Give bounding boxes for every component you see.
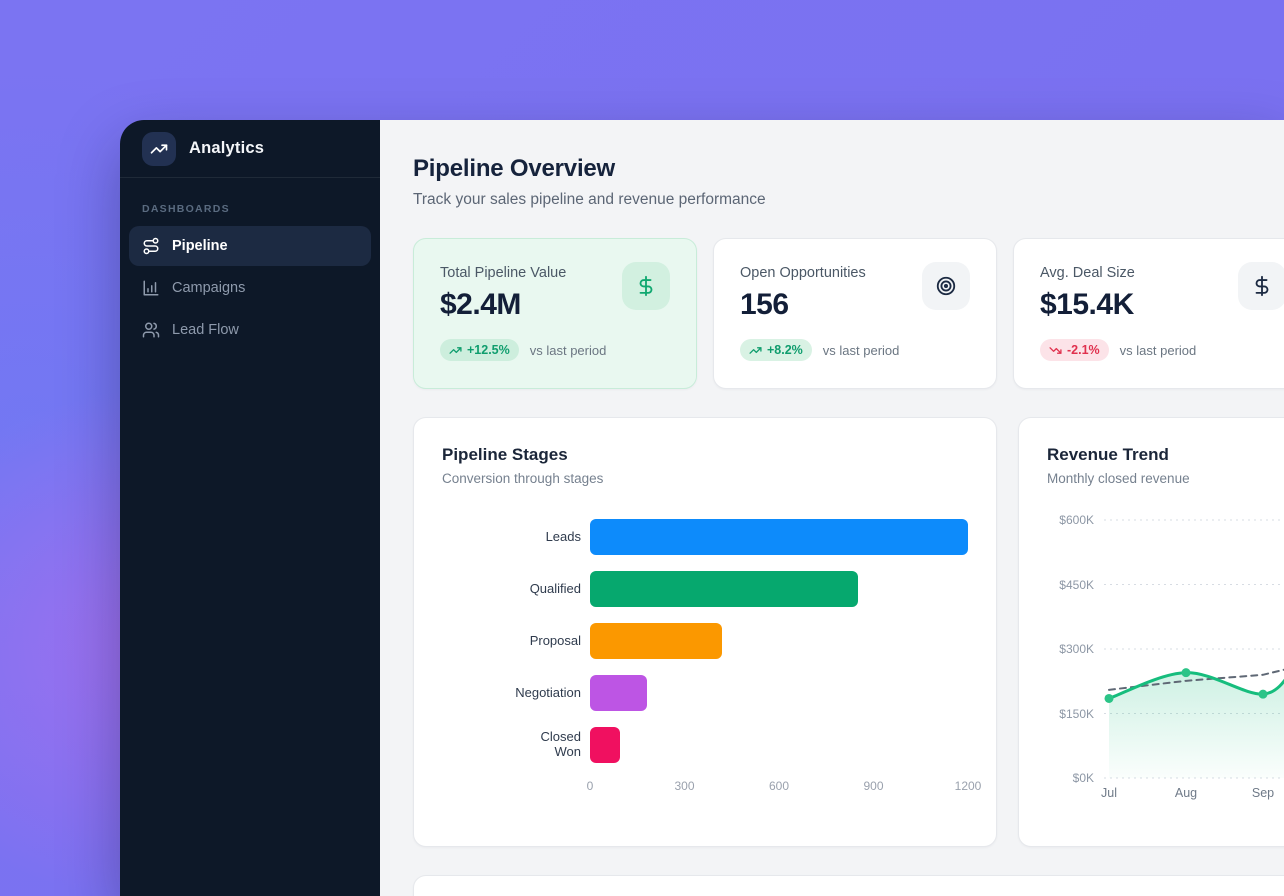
route-icon <box>142 237 160 255</box>
sidebar-item-campaigns[interactable]: Campaigns <box>129 268 371 308</box>
x-axis-label-aug: Aug <box>1175 786 1197 800</box>
sidebar: Analytics DASHBOARDS Pipeline Campaigns Le… <box>120 120 380 896</box>
kpi-icon-badge <box>922 262 970 310</box>
bar-category-label: Leads <box>442 530 590 545</box>
sidebar-item-lead-flow[interactable]: Lead Flow <box>129 310 371 350</box>
kpi-footer: +12.5% vs last period <box>440 339 670 361</box>
bar-row-qualified: Qualified <box>442 571 968 607</box>
kpi-delta-badge: +8.2% <box>740 339 812 361</box>
bar-category-label: Proposal <box>442 634 590 649</box>
trending-up-icon <box>449 344 462 357</box>
page-subtitle: Track your sales pipeline and revenue pe… <box>413 191 1284 209</box>
bar-category-label: Closed Won <box>442 730 590 760</box>
kpi-delta-value: +8.2% <box>767 343 803 357</box>
kpi-card-avg-deal-size: Avg. Deal Size$15.4K-2.1%vs last period <box>1013 238 1284 389</box>
y-axis-label: $0K <box>1073 771 1094 785</box>
kpi-delta-value: +12.5% <box>467 343 510 357</box>
y-axis-labels: $600K$450K$300K$150K$0K <box>1047 520 1104 778</box>
x-axis-label-jul: Jul <box>1101 786 1117 800</box>
bar-row-leads: Leads <box>442 519 968 555</box>
x-axis-tick: 900 <box>863 779 883 793</box>
app-logo <box>142 132 176 166</box>
sidebar-item-label: Lead Flow <box>172 322 239 338</box>
data-point-jul[interactable] <box>1105 694 1114 703</box>
bar-qualified[interactable] <box>590 571 858 607</box>
sidebar-item-label: Pipeline <box>172 238 228 254</box>
plot-area <box>1104 520 1284 778</box>
y-axis-label: $300K <box>1059 642 1094 656</box>
x-axis-tick: 1200 <box>955 779 982 793</box>
bar-track <box>590 675 968 711</box>
x-axis-tick: 0 <box>587 779 594 793</box>
sidebar-section-label: DASHBOARDS <box>142 203 380 215</box>
revenue-area-fill <box>1109 666 1284 778</box>
kpi-card-open-opportunities: Open Opportunities156+8.2%vs last period <box>713 238 997 389</box>
kpi-delta-value: -2.1% <box>1067 343 1100 357</box>
kpi-compare-text: vs last period <box>823 343 900 358</box>
page-title: Pipeline Overview <box>413 155 1284 183</box>
revenue-trend-title: Revenue Trend <box>1047 445 1284 465</box>
bar-chart-icon <box>142 279 160 297</box>
users-icon <box>142 321 160 339</box>
x-axis-label-sep: Sep <box>1252 786 1274 800</box>
trending-up-icon <box>749 344 762 357</box>
bar-track <box>590 571 968 607</box>
sidebar-item-label: Campaigns <box>172 280 245 296</box>
trending-down-icon <box>1049 344 1062 357</box>
y-axis-label: $150K <box>1059 707 1094 721</box>
kpi-card-row: Total Pipeline Value$2.4M+12.5%vs last p… <box>413 238 1284 389</box>
bar-category-label: Qualified <box>442 582 590 597</box>
kpi-card-total-pipeline-value: Total Pipeline Value$2.4M+12.5%vs last p… <box>413 238 697 389</box>
bar-track <box>590 623 968 659</box>
pipeline-stages-title: Pipeline Stages <box>442 445 968 465</box>
kpi-icon-badge <box>1238 262 1284 310</box>
bar-x-axis: 03006009001200 <box>590 779 968 797</box>
bar-row-proposal: Proposal <box>442 623 968 659</box>
sidebar-item-pipeline[interactable]: Pipeline <box>129 226 371 266</box>
kpi-footer: -2.1% vs last period <box>1040 339 1284 361</box>
bar-closed-won[interactable] <box>590 727 620 763</box>
charts-row: Pipeline Stages Conversion through stage… <box>413 417 1284 847</box>
y-axis-label: $450K <box>1059 578 1094 592</box>
pipeline-stages-subtitle: Conversion through stages <box>442 471 968 486</box>
target-icon <box>935 275 957 297</box>
trending-up-icon <box>150 140 168 158</box>
bar-track <box>590 519 968 555</box>
bar-row-negotiation: Negotiation <box>442 675 968 711</box>
app-window: Analytics DASHBOARDS Pipeline Campaigns Le… <box>120 120 1284 896</box>
kpi-compare-text: vs last period <box>1120 343 1197 358</box>
line-chart-body: $600K$450K$300K$150K$0K <box>1047 520 1284 778</box>
bar-row-closed-won: Closed Won <box>442 727 968 763</box>
dollar-icon <box>1251 275 1273 297</box>
kpi-delta-badge: -2.1% <box>1040 339 1109 361</box>
revenue-trend-subtitle: Monthly closed revenue <box>1047 471 1284 486</box>
x-axis-labels: Jul Aug Sep <box>1104 786 1284 804</box>
sidebar-nav: Pipeline Campaigns Lead Flow <box>120 224 380 352</box>
bar-proposal[interactable] <box>590 623 722 659</box>
sidebar-header: Analytics <box>120 120 380 178</box>
main-content: Pipeline Overview Track your sales pipel… <box>380 120 1284 896</box>
bar-chart-body: Leads Qualified Proposal Negotiation Closed … <box>442 519 968 763</box>
revenue-trend-chart: $600K$450K$300K$150K$0K JulAugSep <box>1047 520 1284 804</box>
bar-track <box>590 727 968 763</box>
kpi-footer: +8.2% vs last period <box>740 339 970 361</box>
kpi-delta-badge: +12.5% <box>440 339 519 361</box>
x-axis-tick: 300 <box>674 779 694 793</box>
x-axis-tick: 600 <box>769 779 789 793</box>
y-axis-label: $600K <box>1059 513 1094 527</box>
pipeline-stages-chart: Leads Qualified Proposal Negotiation Closed … <box>442 519 968 797</box>
kpi-icon-badge <box>622 262 670 310</box>
bottom-card-partial <box>413 875 1284 896</box>
bar-category-label: Negotiation <box>442 686 590 701</box>
data-point-sep[interactable] <box>1259 690 1268 699</box>
data-point-aug[interactable] <box>1182 668 1191 677</box>
pipeline-stages-card: Pipeline Stages Conversion through stage… <box>413 417 997 847</box>
bar-negotiation[interactable] <box>590 675 647 711</box>
bar-leads[interactable] <box>590 519 968 555</box>
app-title: Analytics <box>189 139 264 158</box>
revenue-trend-card: Revenue Trend Monthly closed revenue $60… <box>1018 417 1284 847</box>
dollar-icon <box>635 275 657 297</box>
kpi-compare-text: vs last period <box>530 343 607 358</box>
